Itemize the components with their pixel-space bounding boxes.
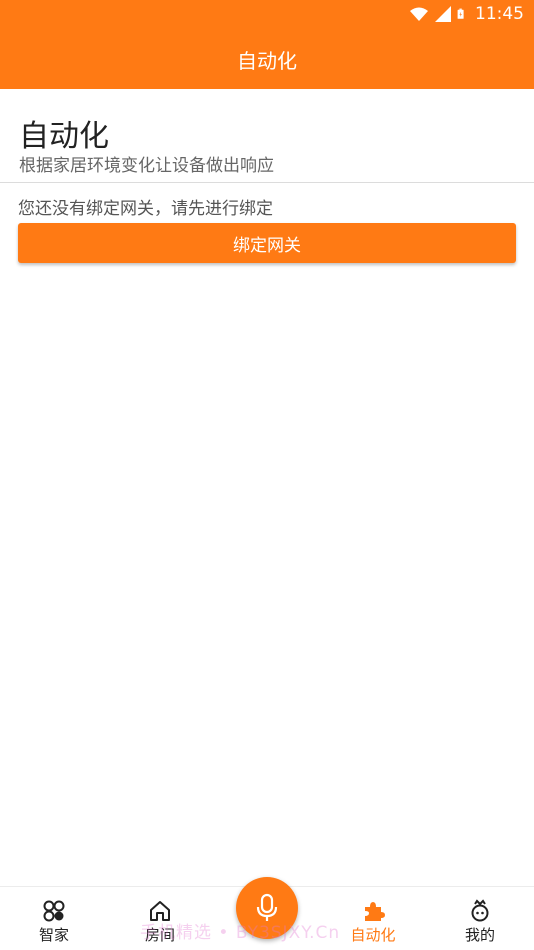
profile-icon: [471, 899, 489, 922]
gateway-notice: 您还没有绑定网关，请先进行绑定: [18, 199, 273, 219]
nav-item-smart-home[interactable]: 智家: [14, 887, 94, 950]
page-header: 自动化 根据家居环境变化让设备做出响应: [0, 89, 534, 183]
app-bar: 11:45 自动化: [0, 0, 534, 89]
page-subtitle: 根据家居环境变化让设备做出响应: [19, 156, 274, 176]
four-circles-icon: [43, 900, 65, 922]
cellular-signal-icon: [435, 6, 451, 22]
nav-label: 智家: [38, 926, 69, 944]
nav-label: 我的: [464, 926, 495, 944]
wifi-icon: [410, 7, 428, 21]
nav-item-profile[interactable]: 我的: [440, 887, 520, 950]
page-title: 自动化: [19, 119, 109, 154]
app-bar-title: 自动化: [237, 49, 297, 73]
puzzle-icon: [365, 902, 385, 921]
status-bar: 11:45: [0, 0, 534, 28]
status-time: 11:45: [475, 4, 524, 24]
bind-gateway-button[interactable]: 绑定网关: [18, 223, 516, 263]
nav-label: 自动化: [350, 926, 396, 944]
watermark: 手机精选 • BY3SJXY.Cn: [140, 923, 341, 943]
nav-item-automation[interactable]: 自动化: [333, 887, 413, 950]
battery-charging-icon: [457, 8, 464, 19]
